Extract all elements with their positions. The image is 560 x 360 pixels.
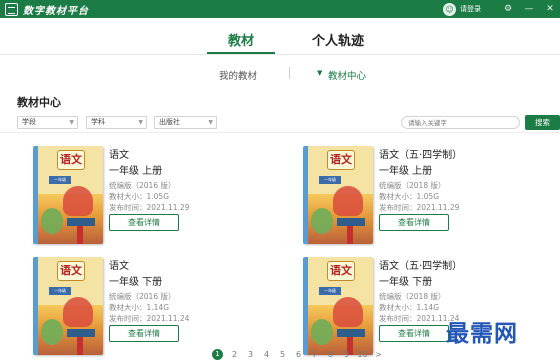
app-title: 数字教材平台 [23, 5, 89, 17]
cover-title: 语文 [57, 261, 85, 281]
publisher-select-value: 出版社 [159, 118, 180, 126]
cover-illustration [77, 226, 83, 244]
title-bar-controls: ☺ 请登录 ⚙ — ✕ [443, 0, 556, 18]
book-card[interactable]: 语文 一年级 语文 一年级 上册 统编版（2016 版） 教材大小：1.05G … [33, 146, 283, 254]
login-link[interactable]: 请登录 [460, 4, 481, 14]
book-size: 教材大小：1.05G [109, 192, 170, 201]
book-edition: 统编版（2018 版） [379, 181, 446, 190]
user-avatar-icon[interactable]: ☺ [443, 2, 456, 16]
tabs-divider [0, 54, 560, 55]
subject-select[interactable]: 学科 ▼ [86, 116, 147, 129]
view-details-button[interactable]: 查看详情 [109, 325, 179, 342]
stage-select-value: 学段 [22, 118, 36, 126]
cover-title: 语文 [57, 150, 85, 170]
cover-illustration [337, 218, 365, 226]
book-grade: 一年级 下册 [109, 277, 163, 288]
cover-illustration [347, 226, 353, 244]
page-button-current[interactable]: 1 [212, 348, 223, 360]
cover-illustration [63, 186, 93, 216]
page-button[interactable]: 5 [276, 350, 289, 359]
page-button[interactable]: 10 [356, 350, 369, 359]
book-subject: 语文 [109, 150, 129, 161]
page-button[interactable]: 6 [292, 350, 305, 359]
cover-illustration [311, 319, 333, 345]
next-page-icon[interactable]: > [372, 350, 385, 359]
view-details-button[interactable]: 查看详情 [379, 214, 449, 231]
cover-title: 语文 [327, 150, 355, 170]
cover-illustration [41, 319, 63, 345]
page-button[interactable]: 9 [340, 350, 353, 359]
tab-personal-history[interactable]: 个人轨迹 [312, 30, 364, 49]
page-button[interactable]: 4 [260, 350, 273, 359]
book-size: 教材大小：1.14G [379, 303, 440, 312]
page-button[interactable]: 3 [244, 350, 257, 359]
book-cover-image[interactable]: 语文 一年级 [303, 146, 373, 244]
pagination: 1 2 3 4 5 6 7 8 9 10 > [212, 348, 388, 360]
stage-select[interactable]: 学段 ▼ [17, 116, 78, 129]
book-edition: 统编版（2018 版） [379, 292, 446, 301]
site-watermark: 最需网 [446, 320, 518, 347]
search-input[interactable] [401, 116, 520, 129]
page-button[interactable]: 8 [324, 350, 337, 359]
book-edition: 统编版（2016 版） [109, 181, 176, 190]
app-logo-icon [5, 2, 18, 16]
book-grade: 一年级 下册 [379, 277, 433, 288]
cover-illustration [333, 297, 363, 327]
book-subject: 语文 [109, 261, 129, 272]
close-icon[interactable]: ✕ [544, 0, 556, 18]
book-grade: 一年级 上册 [109, 166, 163, 177]
cover-grade-tag: 一年级 [319, 287, 341, 295]
book-cover-image[interactable]: 语文 一年级 [33, 257, 103, 355]
book-card[interactable]: 语文 一年级 语文（五·四学制） 一年级 上册 统编版（2018 版） 教材大小… [303, 146, 553, 254]
cover-title: 语文 [327, 261, 355, 281]
book-card[interactable]: 语文 一年级 语文 一年级 下册 统编版（2016 版） 教材大小：1.14G … [33, 257, 283, 360]
cover-illustration [41, 208, 63, 234]
view-details-button[interactable]: 查看详情 [109, 214, 179, 231]
chevron-down-icon: ▼ [138, 119, 143, 126]
filter-divider [0, 132, 560, 133]
chevron-down-icon: ▼ [208, 119, 213, 126]
title-bar: 数字教材平台 ☺ 请登录 ⚙ — ✕ [0, 0, 560, 18]
subtab-my-textbooks[interactable]: 我的教材 [219, 68, 257, 82]
cover-illustration [333, 186, 363, 216]
book-grade: 一年级 上册 [379, 166, 433, 177]
book-cover-image[interactable]: 语文 一年级 [33, 146, 103, 244]
cover-illustration [337, 329, 365, 337]
cover-grade-tag: 一年级 [319, 176, 341, 184]
book-subject: 语文（五·四学制） [379, 261, 463, 272]
book-release-date: 发布时间：2021.11.29 [379, 203, 460, 212]
book-subject: 语文（五·四学制） [379, 150, 463, 161]
cover-grade-tag: 一年级 [49, 176, 71, 184]
page-button[interactable]: 7 [308, 350, 321, 359]
section-title: 教材中心 [17, 96, 61, 109]
cover-grade-tag: 一年级 [49, 287, 71, 295]
subject-select-value: 学科 [91, 118, 105, 126]
caret-down-icon: ▼ [317, 69, 323, 77]
book-release-date: 发布时间：2021.11.24 [109, 314, 190, 323]
tab-textbooks[interactable]: 教材 [228, 30, 254, 49]
cover-illustration [67, 329, 95, 337]
settings-icon[interactable]: ⚙ [502, 0, 514, 18]
cover-illustration [77, 337, 83, 355]
cover-illustration [63, 297, 93, 327]
cover-illustration [67, 218, 95, 226]
cover-illustration [311, 208, 333, 234]
main-tabs: 教材 个人轨迹 [0, 30, 560, 55]
minimize-icon[interactable]: — [523, 0, 535, 18]
publisher-select[interactable]: 出版社 ▼ [154, 116, 217, 129]
book-cover-image[interactable]: 语文 一年级 [303, 257, 373, 355]
page-button[interactable]: 2 [228, 350, 241, 359]
chevron-down-icon: ▼ [69, 119, 74, 126]
book-release-date: 发布时间：2021.11.29 [109, 203, 190, 212]
subtab-textbook-center[interactable]: 教材中心 [328, 68, 366, 82]
view-details-button[interactable]: 查看详情 [379, 325, 449, 342]
subtab-divider [289, 67, 290, 79]
search-button[interactable]: 搜索 [525, 115, 560, 130]
book-size: 教材大小：1.14G [109, 303, 170, 312]
book-edition: 统编版（2016 版） [109, 292, 176, 301]
book-size: 教材大小：1.05G [379, 192, 440, 201]
